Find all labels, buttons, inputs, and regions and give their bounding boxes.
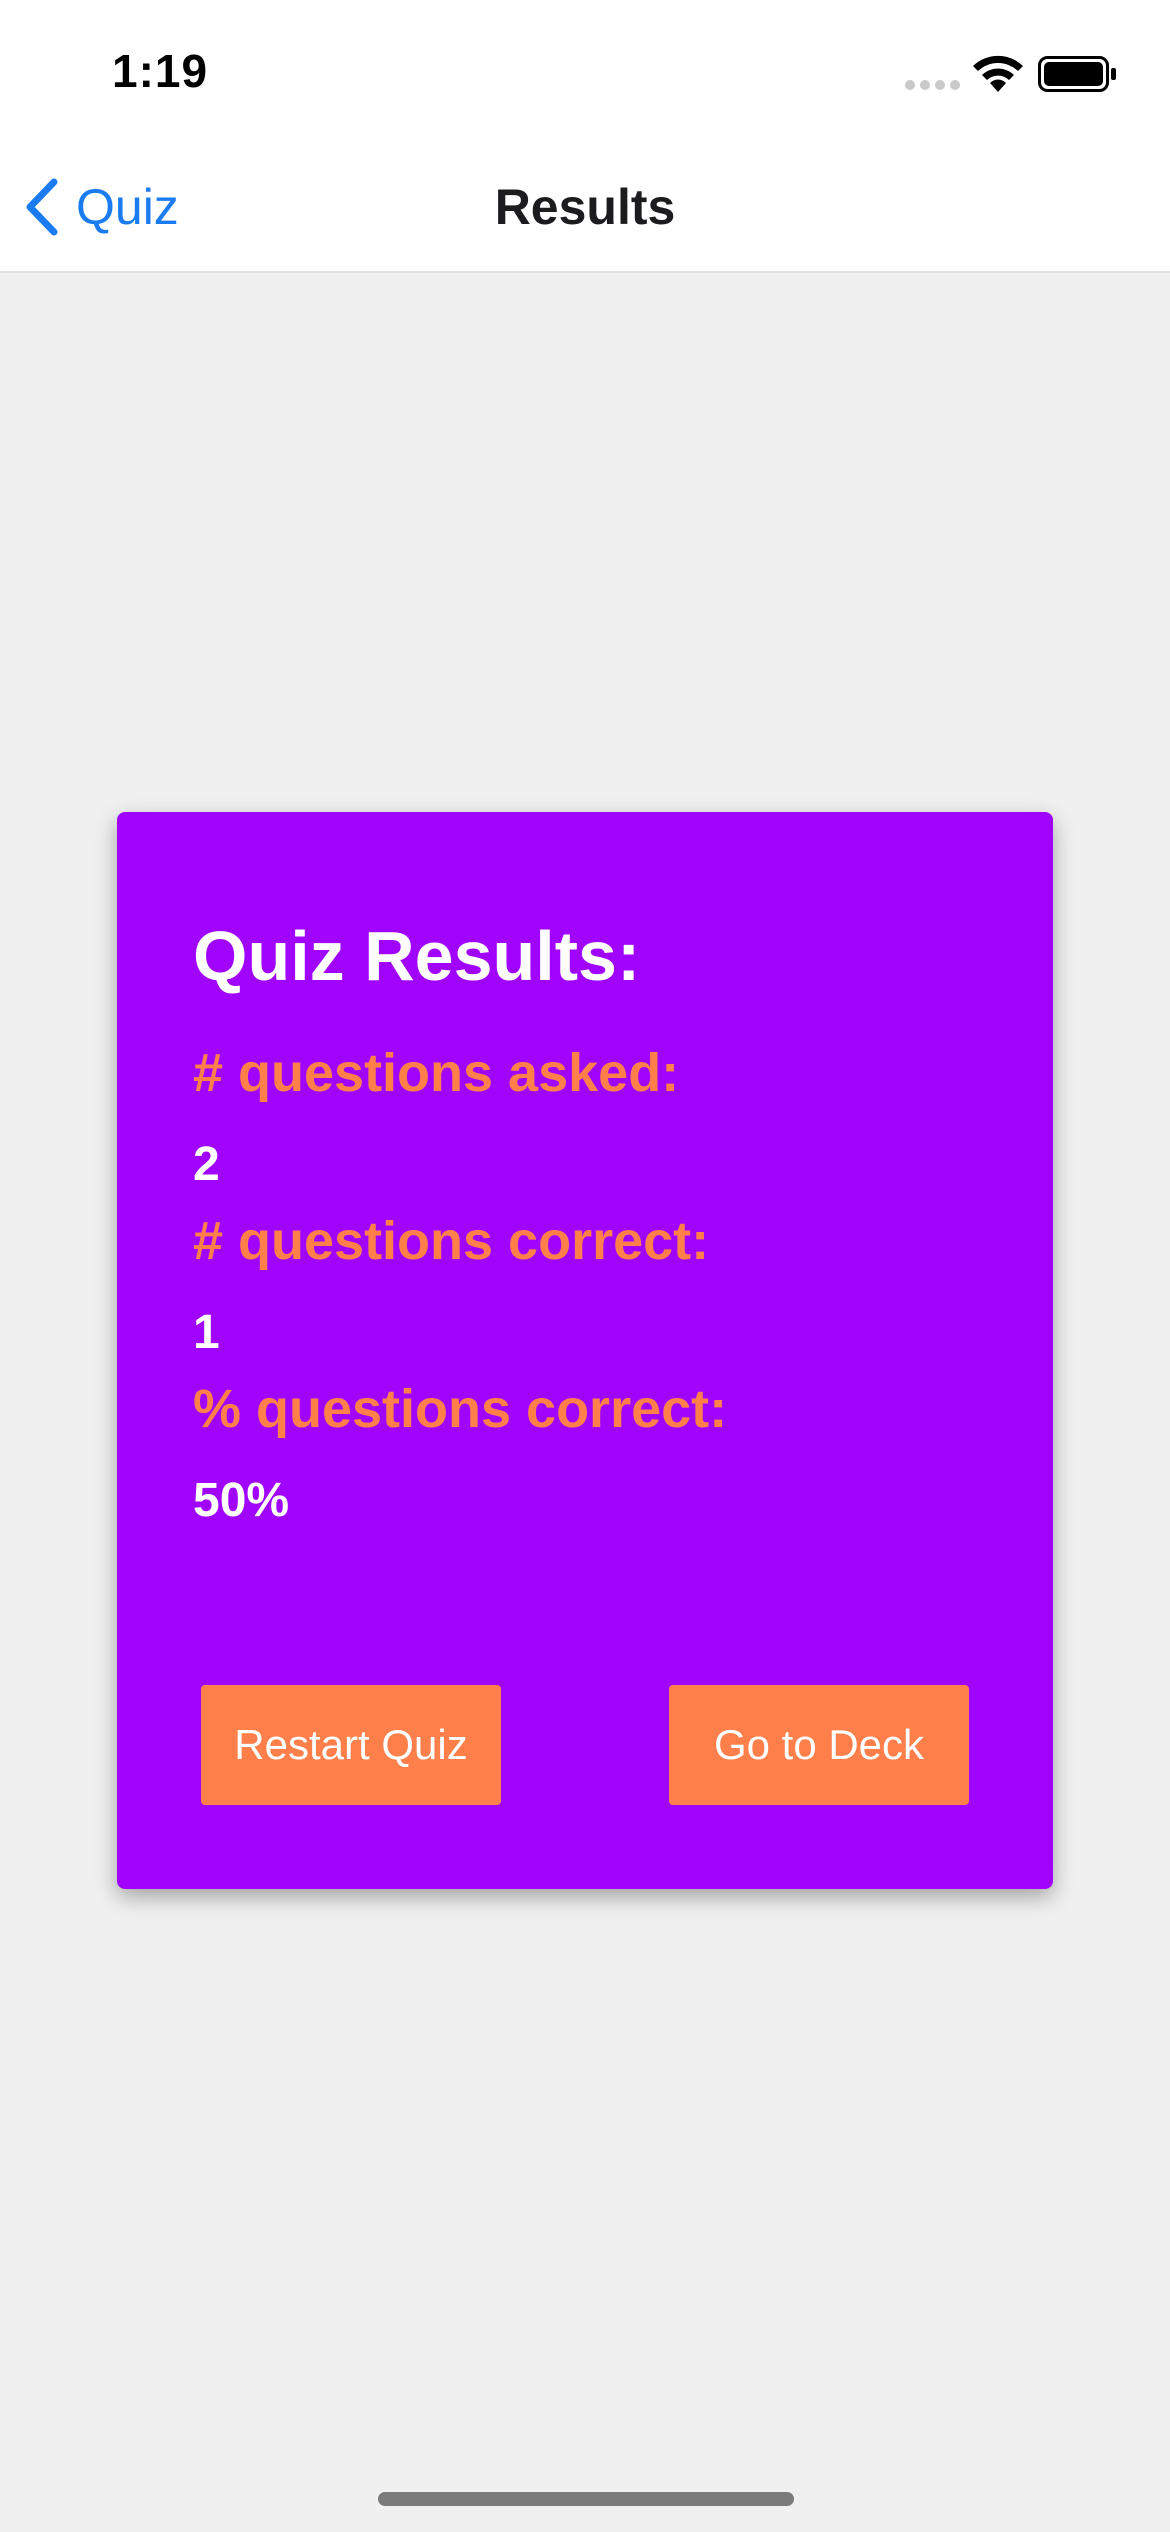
questions-asked-value: 2 xyxy=(193,1138,220,1191)
percent-correct-value: 50% xyxy=(193,1474,290,1527)
status-bar: 1:19 xyxy=(0,0,1170,140)
card-title: Quiz Results: xyxy=(193,917,641,995)
restart-quiz-button[interactable]: Restart Quiz xyxy=(201,1685,501,1805)
home-indicator[interactable] xyxy=(378,2492,794,2506)
wifi-icon xyxy=(973,55,1023,92)
questions-correct-value: 1 xyxy=(193,1306,220,1359)
battery-icon xyxy=(1038,56,1116,92)
results-card: Quiz Results: # questions asked: 2 # que… xyxy=(117,812,1053,1889)
questions-asked-label: # questions asked: xyxy=(193,1043,680,1103)
percent-correct-label: % questions correct: xyxy=(193,1379,728,1439)
cellular-signal-icon xyxy=(905,80,960,90)
go-to-deck-button[interactable]: Go to Deck xyxy=(669,1685,969,1805)
navigation-bar: Quiz Results xyxy=(0,140,1170,273)
questions-correct-label: # questions correct: xyxy=(193,1211,710,1271)
page-title: Results xyxy=(494,179,676,235)
status-time: 1:19 xyxy=(112,45,209,97)
